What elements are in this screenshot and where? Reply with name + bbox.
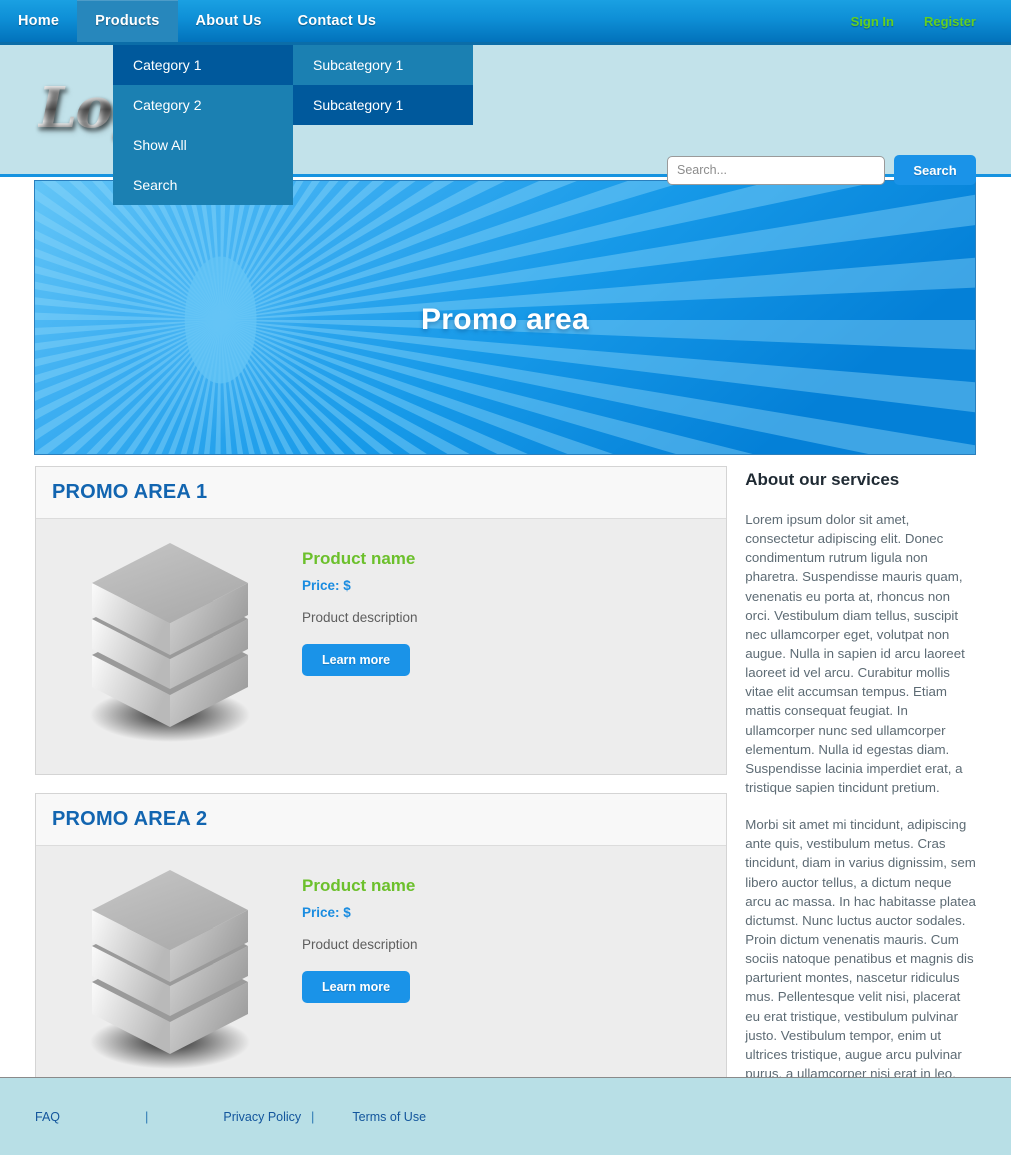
promo-block-1-header: PROMO AREA 1 bbox=[36, 467, 727, 519]
product-description-1: Product description bbox=[302, 610, 418, 625]
product-name-1: Product name bbox=[302, 549, 416, 568]
nav-item-home[interactable]: Home bbox=[0, 0, 77, 42]
dropdown-item-search[interactable]: Search bbox=[113, 165, 293, 205]
top-navigation-bar: Home Products About Us Contact Us Sign I… bbox=[0, 0, 1011, 45]
dropdown-item-category-2[interactable]: Category 2 bbox=[113, 85, 293, 125]
product-info-2: Product name Price: $ Product descriptio… bbox=[302, 864, 418, 1079]
stacked-boxes-icon bbox=[90, 870, 250, 1069]
product-price-2: Price: $ bbox=[302, 905, 351, 920]
nav-items-group: Home Products About Us Contact Us bbox=[0, 0, 394, 42]
promo-block-1-title: PROMO AREA 1 bbox=[52, 481, 208, 503]
header-search-group: Search bbox=[667, 155, 976, 185]
stacked-boxes-icon bbox=[90, 543, 250, 742]
promo-block-1: PROMO AREA 1 Product name Price: $ Produ… bbox=[35, 466, 728, 775]
promo-block-2-header: PROMO AREA 2 bbox=[36, 794, 727, 846]
product-image-2 bbox=[52, 864, 302, 1079]
site-footer: FAQ | Privacy Policy | Terms of Use bbox=[0, 1077, 1011, 1155]
about-sidebar: About our services Lorem ipsum dolor sit… bbox=[745, 466, 976, 1120]
product-name-2: Product name bbox=[302, 876, 416, 895]
footer-cell-terms: | Terms of Use bbox=[275, 1109, 475, 1124]
nav-item-about-us[interactable]: About Us bbox=[178, 0, 280, 42]
search-input[interactable] bbox=[667, 155, 885, 185]
account-links-group: Sign In Register bbox=[851, 0, 1011, 42]
category-submenu: Subcategory 1 Subcategory 1 bbox=[293, 45, 473, 125]
sign-in-link[interactable]: Sign In bbox=[851, 14, 894, 29]
search-button[interactable]: Search bbox=[894, 155, 976, 185]
sidebar-paragraph-2: Morbi sit amet mi tincidunt, adipiscing … bbox=[745, 817, 976, 1081]
footer-cell-faq: FAQ bbox=[35, 1110, 145, 1124]
footer-separator-1: | bbox=[145, 1109, 149, 1124]
register-link[interactable]: Register bbox=[924, 14, 976, 29]
products-dropdown-menu: Category 1 Category 2 Show All Search bbox=[113, 45, 293, 205]
promo-block-2: PROMO AREA 2 Product name Price: $ Produ… bbox=[35, 793, 728, 1102]
product-description-2: Product description bbox=[302, 937, 418, 952]
learn-more-button-1[interactable]: Learn more bbox=[302, 644, 411, 676]
footer-separator-2: | bbox=[311, 1109, 315, 1124]
product-info-1: Product name Price: $ Product descriptio… bbox=[302, 537, 418, 752]
learn-more-button-2[interactable]: Learn more bbox=[302, 971, 411, 1003]
footer-link-faq[interactable]: FAQ bbox=[35, 1110, 60, 1124]
nav-item-contact-us[interactable]: Contact Us bbox=[280, 0, 395, 42]
footer-link-terms-of-use[interactable]: Terms of Use bbox=[352, 1110, 426, 1124]
product-price-1: Price: $ bbox=[302, 578, 351, 593]
submenu-item-subcategory-1-a[interactable]: Subcategory 1 bbox=[293, 45, 473, 85]
promo-banner[interactable]: Promo area bbox=[34, 180, 976, 455]
footer-cell-privacy: | Privacy Policy bbox=[145, 1109, 301, 1124]
sidebar-title: About our services bbox=[745, 470, 900, 489]
product-image-1 bbox=[52, 537, 302, 752]
promo-column: PROMO AREA 1 Product name Price: $ Produ… bbox=[35, 466, 728, 1120]
nav-item-products[interactable]: Products bbox=[77, 0, 178, 42]
submenu-item-subcategory-1-b[interactable]: Subcategory 1 bbox=[293, 85, 473, 125]
promo-banner-title: Promo area bbox=[420, 303, 590, 336]
sidebar-paragraph-1: Lorem ipsum dolor sit amet, consectetur … bbox=[745, 512, 965, 795]
promo-block-2-title: PROMO AREA 2 bbox=[52, 808, 208, 830]
dropdown-item-category-1[interactable]: Category 1 bbox=[113, 45, 293, 85]
main-content: PROMO AREA 1 Product name Price: $ Produ… bbox=[0, 466, 1011, 1120]
dropdown-item-show-all[interactable]: Show All bbox=[113, 125, 293, 165]
